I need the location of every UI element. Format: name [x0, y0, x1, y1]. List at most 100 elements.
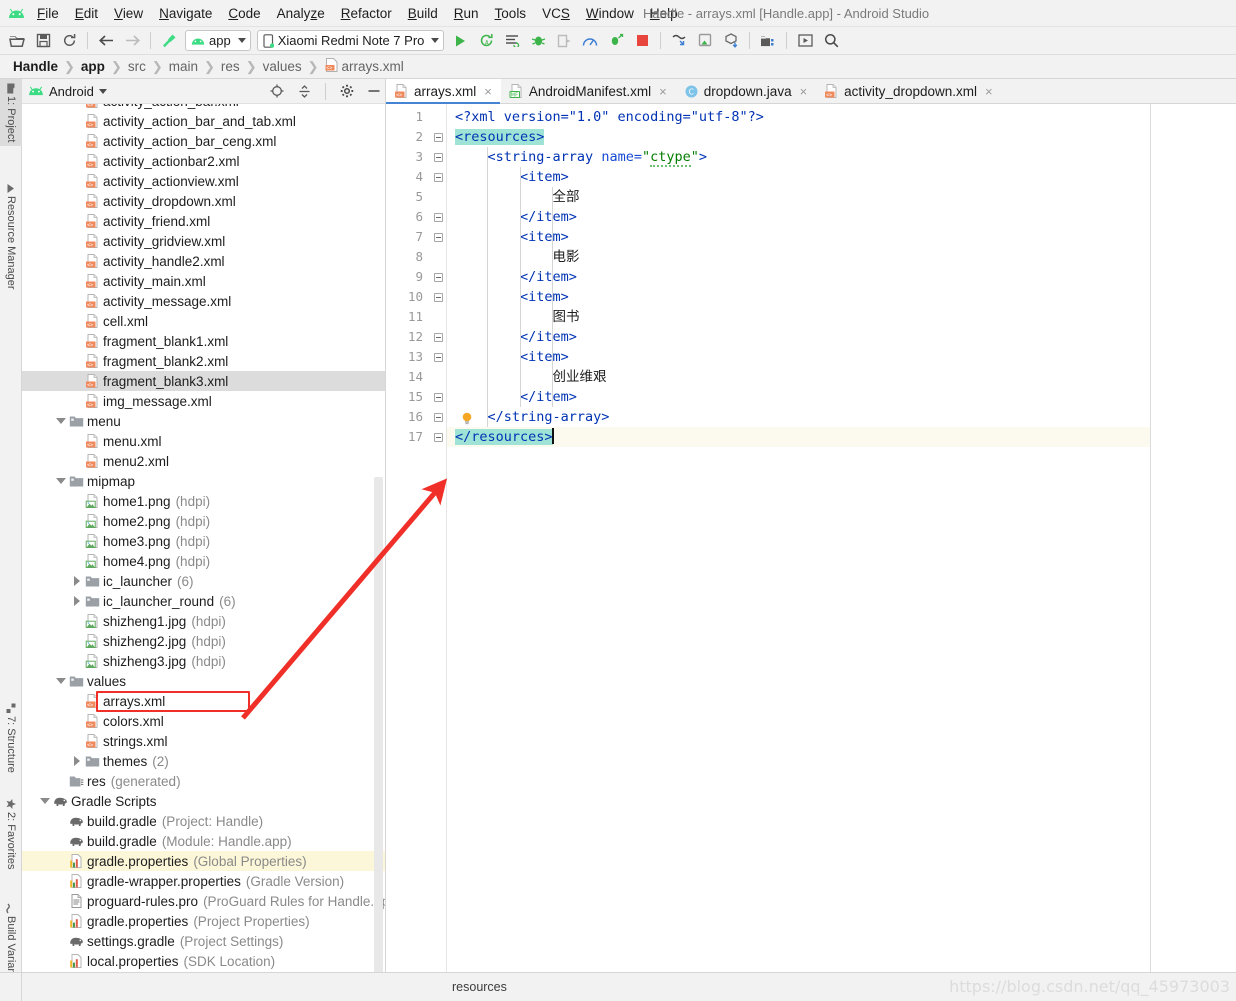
project-view-selector-label[interactable]: Android — [49, 84, 94, 99]
module-selector[interactable]: app — [185, 30, 251, 51]
save-all-icon[interactable] — [30, 29, 56, 53]
sidebar-item-favorites[interactable]: 2: Favorites — [0, 794, 22, 873]
menu-refactor[interactable]: Refactor — [333, 4, 400, 23]
tree-row[interactable]: themes (2) — [22, 751, 385, 771]
close-icon[interactable]: × — [985, 84, 993, 99]
profiler-icon[interactable] — [577, 29, 603, 53]
menu-analyze[interactable]: Analyze — [269, 4, 333, 23]
tree-row[interactable]: build.gradle (Project: Handle) — [22, 811, 385, 831]
chevron-down-icon[interactable] — [54, 418, 67, 424]
breadcrumb-item-values[interactable]: values — [260, 59, 305, 74]
menu-code[interactable]: Code — [220, 4, 268, 23]
menu-run[interactable]: Run — [446, 4, 487, 23]
tree-row[interactable]: home1.png (hdpi) — [22, 491, 385, 511]
breadcrumb-item-app[interactable]: app — [78, 59, 108, 74]
settings-gear-icon[interactable] — [336, 81, 358, 101]
fold-toggle-icon[interactable] — [430, 407, 446, 427]
code-line[interactable]: <string-array name="ctype"> — [447, 147, 1150, 167]
breadcrumb-item-project[interactable]: Handle — [10, 59, 61, 74]
locate-icon[interactable] — [266, 81, 288, 101]
tree-row[interactable]: res (generated) — [22, 771, 385, 791]
chevron-down-icon[interactable] — [54, 678, 67, 684]
open-folder-icon[interactable] — [4, 29, 30, 53]
tree-row[interactable]: home2.png (hdpi) — [22, 511, 385, 531]
sidebar-item-project[interactable]: 1: Project — [0, 79, 22, 147]
project-structure-icon[interactable] — [755, 29, 781, 53]
editor-tab[interactable]: <> arrays.xml × — [386, 79, 501, 104]
tree-row[interactable]: home3.png (hdpi) — [22, 531, 385, 551]
tree-row[interactable]: build.gradle (Module: Handle.app) — [22, 831, 385, 851]
chevron-right-icon[interactable] — [70, 596, 83, 606]
menu-build[interactable]: Build — [400, 4, 446, 23]
device-selector[interactable]: Xiaomi Redmi Note 7 Pro — [256, 30, 445, 51]
tree-row[interactable]: <> fragment_blank2.xml — [22, 351, 385, 371]
menu-edit[interactable]: Edit — [67, 4, 106, 23]
menu-file[interactable]: File — [29, 4, 67, 23]
tree-row[interactable]: <> colors.xml — [22, 711, 385, 731]
tree-row[interactable]: <> strings.xml — [22, 731, 385, 751]
fold-toggle-icon[interactable] — [430, 347, 446, 367]
editor-tab[interactable]: <> activity_dropdown.xml × — [816, 79, 1001, 103]
build-hammer-icon[interactable] — [156, 29, 182, 53]
code-editor[interactable]: 1 2 3 4 5 6 7 8 9 10 11 12 13 14 15 16 17 <?xml version=… — [386, 104, 1236, 972]
tree-row[interactable]: gradle-wrapper.properties (Gradle Version… — [22, 871, 385, 891]
search-everywhere-icon[interactable] — [818, 29, 844, 53]
fold-toggle-icon[interactable] — [430, 287, 446, 307]
tree-row[interactable]: <> img_message.xml — [22, 391, 385, 411]
tree-row[interactable]: <> activity_gridview.xml — [22, 231, 385, 251]
fold-toggle-icon[interactable] — [430, 207, 446, 227]
debug-icon[interactable] — [525, 29, 551, 53]
close-icon[interactable]: × — [484, 84, 492, 99]
tree-row[interactable]: <> arrays.xml — [22, 691, 385, 711]
tree-row[interactable]: <> activity_friend.xml — [22, 211, 385, 231]
tree-row[interactable]: shizheng3.jpg (hdpi) — [22, 651, 385, 671]
tree-row[interactable]: <> activity_message.xml — [22, 291, 385, 311]
project-tree[interactable]: <> activity_action_bar.xml <> activity_acti… — [22, 104, 385, 972]
tree-row[interactable]: <> activity_dropdown.xml — [22, 191, 385, 211]
menu-navigate[interactable]: Navigate — [151, 4, 220, 23]
close-icon[interactable]: × — [800, 84, 808, 99]
tree-row[interactable]: values — [22, 671, 385, 691]
tree-row[interactable]: <> cell.xml — [22, 311, 385, 331]
menu-window[interactable]: Window — [578, 4, 642, 23]
chevron-down-icon[interactable] — [54, 478, 67, 484]
sidebar-item-structure[interactable]: 7: Structure — [0, 699, 22, 777]
breadcrumb-item-res[interactable]: res — [218, 59, 243, 74]
project-tree-scrollbar[interactable] — [374, 477, 383, 977]
tree-row[interactable]: Gradle Scripts — [22, 791, 385, 811]
tree-row[interactable]: menu — [22, 411, 385, 431]
code-line[interactable]: <item> — [447, 167, 1150, 187]
tree-row[interactable]: settings.gradle (Project Settings) — [22, 931, 385, 951]
breadcrumb-item-main[interactable]: main — [166, 59, 201, 74]
sdk-manager-icon[interactable] — [692, 29, 718, 53]
fold-toggle-icon[interactable] — [430, 127, 446, 147]
tree-row[interactable]: gradle.properties (Project Properties) — [22, 911, 385, 931]
menu-view[interactable]: View — [106, 4, 151, 23]
fold-toggle-icon[interactable] — [430, 167, 446, 187]
tree-row[interactable]: <> activity_action_bar_and_tab.xml — [22, 111, 385, 131]
tree-row[interactable]: <> activity_actionbar2.xml — [22, 151, 385, 171]
code-folding-gutter[interactable] — [430, 104, 446, 972]
device-file-explorer-icon[interactable] — [718, 29, 744, 53]
tree-row[interactable]: local.properties (SDK Location) — [22, 951, 385, 971]
chevron-right-icon[interactable] — [70, 756, 83, 766]
breadcrumb-item-file[interactable]: <> arrays.xml — [322, 58, 407, 75]
tree-row[interactable]: ic_launcher (6) — [22, 571, 385, 591]
code-line[interactable]: </string-array> — [447, 407, 1150, 427]
code-line[interactable]: <resources> — [447, 127, 1150, 147]
menu-vcs[interactable]: VCS — [534, 4, 578, 23]
run-icon[interactable] — [447, 29, 473, 53]
fold-toggle-icon[interactable] — [430, 147, 446, 167]
hide-minus-icon[interactable] — [363, 81, 385, 101]
chevron-down-icon[interactable] — [38, 798, 51, 804]
tree-row[interactable]: <> fragment_blank3.xml — [22, 371, 385, 391]
tree-row[interactable]: shizheng2.jpg (hdpi) — [22, 631, 385, 651]
avd-manager-icon[interactable] — [666, 29, 692, 53]
layout-inspector-icon[interactable] — [792, 29, 818, 53]
tree-row[interactable]: proguard-rules.pro (ProGuard Rules for Ha… — [22, 891, 385, 911]
chevron-right-icon[interactable] — [70, 576, 83, 586]
run-with-coverage-icon[interactable] — [499, 29, 525, 53]
fold-toggle-icon[interactable] — [430, 427, 446, 447]
editor-tab[interactable]: MF AndroidManifest.xml × — [501, 79, 676, 103]
fold-toggle-icon[interactable] — [430, 227, 446, 247]
